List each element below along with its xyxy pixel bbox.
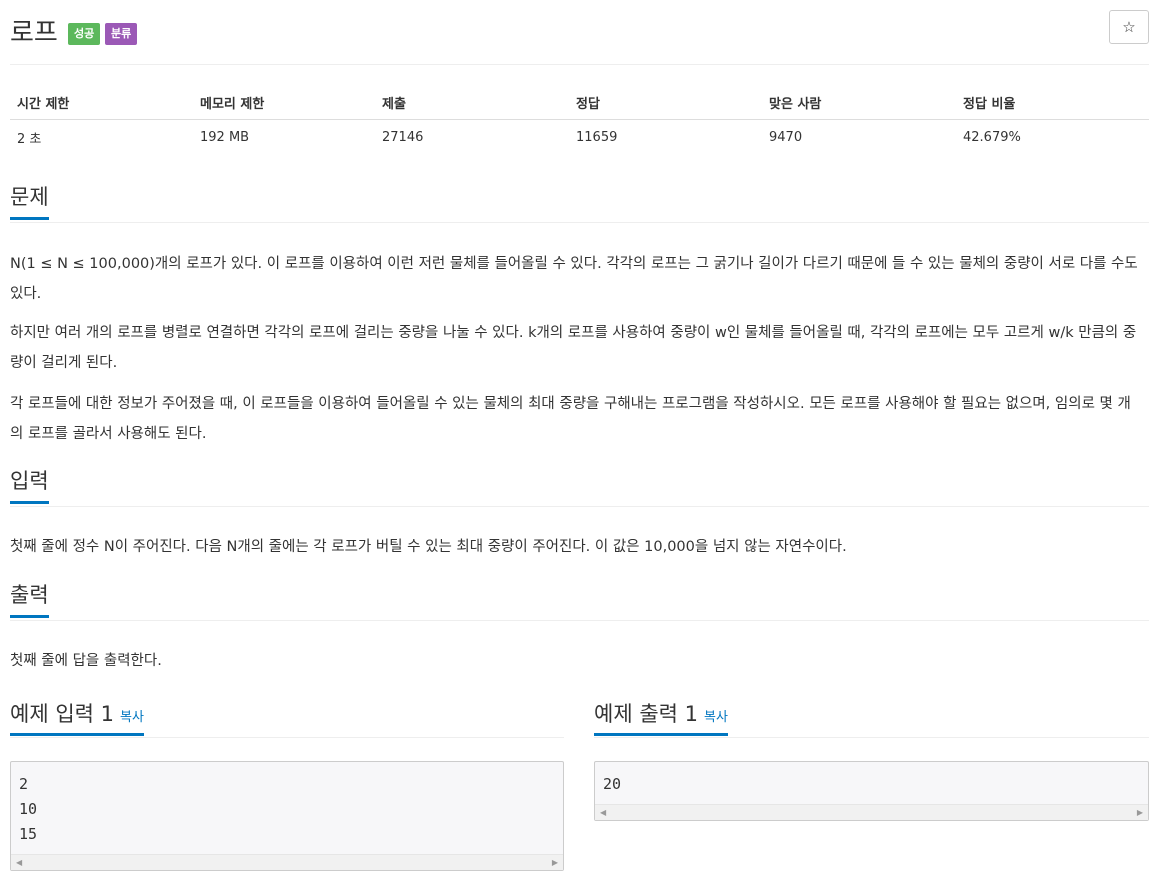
solved-users-value[interactable]: 9470 — [762, 119, 956, 156]
input-description: 첫째 줄에 정수 N이 주어진다. 다음 N개의 줄에는 각 로프가 버틸 수 … — [10, 539, 847, 555]
time-limit-value: 2 초 — [17, 132, 42, 148]
problem-section-title: 문제 — [10, 183, 49, 220]
scroll-left-icon[interactable]: ◀ — [16, 857, 22, 869]
output-section-header: 출력 — [10, 581, 1149, 621]
copy-sample-output-button[interactable]: 복사 — [704, 710, 728, 725]
sample-input-header: 예제 입력 1 복사 — [10, 698, 564, 738]
memory-limit-value: 192 MB — [200, 130, 250, 146]
problem-paragraph-2: 하지만 여러 개의 로프를 병렬로 연결하면 각각의 로프에 걸리는 중량을 나… — [10, 325, 1137, 371]
submissions-value[interactable]: 27146 — [375, 119, 569, 156]
problem-paragraph-3: 각 로프들에 대한 정보가 주어졌을 때, 이 로프들을 이용하여 들어올릴 수… — [10, 396, 1131, 442]
accepted-value[interactable]: 11659 — [569, 119, 762, 156]
sample-output-title: 예제 출력 1 복사 — [594, 698, 728, 736]
sample-output-box[interactable]: 20 ◀ ▶ — [594, 761, 1149, 821]
sample-output-heading-text: 예제 출력 1 — [594, 702, 698, 726]
sample-input-box[interactable]: 2 10 15 ◀ ▶ — [10, 761, 564, 871]
accept-ratio-value: 42.679% — [963, 130, 1021, 146]
problem-paragraph-1: N(1 ≤ N ≤ 100,000)개의 로프가 있다. 이 로프를 이용하여 … — [10, 256, 1138, 302]
problem-title: 로프 — [10, 18, 58, 48]
horizontal-scrollbar[interactable]: ◀ ▶ — [595, 804, 1148, 820]
sample-input-heading-text: 예제 입력 1 — [10, 702, 114, 726]
header-memory-limit: 메모리 제한 — [193, 86, 375, 120]
star-icon: ☆ — [1122, 18, 1136, 36]
horizontal-scrollbar[interactable]: ◀ ▶ — [11, 854, 563, 870]
scroll-right-icon[interactable]: ▶ — [1137, 807, 1143, 819]
table-row: 2 초 192 MB 27146 11659 9470 42.679% — [10, 119, 1149, 156]
problem-title-row: 로프 성공 분류 ☆ — [10, 8, 1149, 48]
problem-section-header: 문제 — [10, 183, 1149, 223]
header-accepted: 정답 — [569, 86, 762, 120]
problem-info-table: 시간 제한 메모리 제한 제출 정답 맞은 사람 정답 비율 2 초 192 M… — [10, 86, 1149, 156]
header-submissions: 제출 — [375, 86, 569, 120]
table-header-row: 시간 제한 메모리 제한 제출 정답 맞은 사람 정답 비율 — [10, 86, 1149, 120]
sample-output-header: 예제 출력 1 복사 — [594, 698, 1149, 738]
output-section-title: 출력 — [10, 581, 49, 618]
sample-input-content: 2 10 15 — [19, 775, 38, 843]
scroll-right-icon[interactable]: ▶ — [552, 857, 558, 869]
success-badge[interactable]: 성공 — [68, 23, 101, 45]
title-divider — [10, 64, 1149, 65]
header-accept-ratio: 정답 비율 — [956, 86, 1149, 120]
scroll-left-icon[interactable]: ◀ — [600, 807, 606, 819]
header-time-limit: 시간 제한 — [10, 86, 193, 120]
output-description: 첫째 줄에 답을 출력한다. — [10, 653, 162, 669]
category-badge[interactable]: 분류 — [105, 23, 138, 45]
favorite-star-button[interactable]: ☆ — [1109, 10, 1149, 44]
sample-input-title: 예제 입력 1 복사 — [10, 698, 144, 736]
input-section-header: 입력 — [10, 467, 1149, 507]
header-solved-users: 맞은 사람 — [762, 86, 956, 120]
sample-output-content: 20 — [603, 775, 622, 793]
input-section-title: 입력 — [10, 467, 49, 504]
copy-sample-input-button[interactable]: 복사 — [120, 710, 144, 725]
